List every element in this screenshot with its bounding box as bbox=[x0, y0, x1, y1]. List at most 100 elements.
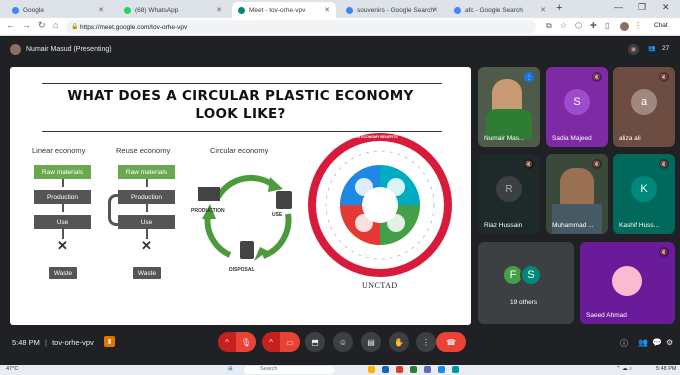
windows-start-icon[interactable]: ⊞ bbox=[228, 366, 233, 372]
participant-tile-saeed[interactable]: 🔇 Saeed Ahmad bbox=[580, 242, 675, 324]
reuse-arrow-2 bbox=[146, 204, 148, 212]
camera-off-icon: ▭ bbox=[286, 337, 294, 347]
sidebar-icon[interactable]: ▯ bbox=[605, 21, 609, 30]
minimize-icon[interactable]: — bbox=[614, 2, 623, 12]
avatar: K bbox=[631, 176, 657, 202]
participant-tile-aliza[interactable]: a 🔇 aliza ali bbox=[613, 67, 675, 147]
mic-off-icon: 🔇 bbox=[659, 159, 669, 169]
raise-hand-button[interactable]: ✋ bbox=[389, 332, 409, 352]
meet-window: Numair Masud (Presenting) ◉ 👥 27 WHAT DO… bbox=[0, 36, 680, 365]
participant-shirt bbox=[552, 204, 602, 234]
present-button[interactable]: ⬒ bbox=[305, 332, 325, 352]
tab-google[interactable]: Google ✕ bbox=[6, 2, 110, 18]
close-icon[interactable]: ✕ bbox=[540, 6, 546, 14]
slide-title-line1: WHAT DOES A CIRCULAR PLASTIC ECONOMY bbox=[67, 88, 414, 104]
captions-button[interactable]: ▤ bbox=[361, 332, 381, 352]
chrome-icon[interactable] bbox=[396, 366, 403, 373]
home-icon[interactable]: ⌂ bbox=[53, 20, 58, 30]
tray-icons[interactable]: ⌃ ☁ ♪ bbox=[616, 366, 632, 372]
close-window-icon[interactable]: ✕ bbox=[662, 2, 670, 13]
cycle-use-label: USE bbox=[272, 212, 283, 218]
url-input[interactable]: 🔒 https://meet.google.com/tov-orhe-vpv bbox=[66, 20, 536, 34]
info-icon[interactable]: ⓘ bbox=[620, 338, 628, 349]
unctad-logo: UNCTAD bbox=[362, 281, 398, 290]
avatar: R bbox=[496, 176, 522, 202]
tab-meet[interactable]: Meet - tov-orhe-vpv ✕ bbox=[232, 2, 336, 18]
participant-tile-muhammad[interactable]: 🔇 Muhammad ... bbox=[546, 154, 608, 234]
reload-icon[interactable]: ↻ bbox=[38, 20, 46, 31]
speaking-indicator-icon: ⋮ bbox=[524, 72, 534, 82]
app-icon[interactable] bbox=[410, 366, 417, 373]
mic-off-icon: 🔇 bbox=[592, 159, 602, 169]
profile-avatar[interactable] bbox=[620, 22, 629, 31]
linear-raw-materials: Raw materials bbox=[34, 165, 91, 179]
cycle-arrowhead-top bbox=[268, 177, 283, 192]
people-icon[interactable]: 👥 bbox=[638, 338, 648, 347]
avatar: S bbox=[520, 264, 542, 286]
close-icon[interactable]: ✕ bbox=[216, 6, 222, 14]
close-icon[interactable]: ✕ bbox=[324, 6, 330, 14]
taskbar-search-input[interactable]: Search bbox=[244, 366, 334, 374]
reuse-production: Production bbox=[118, 190, 175, 204]
bookmark-star-icon[interactable]: ☆ bbox=[560, 21, 567, 30]
participant-tile-riaz[interactable]: R 🔇 Riaz Hussain bbox=[478, 154, 540, 234]
record-icon[interactable]: ◉ bbox=[628, 44, 639, 55]
restore-icon[interactable]: ❐ bbox=[638, 2, 646, 13]
cycle-arrow-top bbox=[215, 174, 275, 199]
participant-name: Riaz Hussain bbox=[484, 222, 523, 229]
others-count: 19 others bbox=[510, 299, 538, 306]
participant-tile-sadia[interactable]: S 🔇 Sadia Majeed bbox=[546, 67, 608, 147]
back-icon[interactable]: ← bbox=[6, 20, 15, 30]
menu-icon[interactable]: ⋮ bbox=[634, 21, 642, 30]
mic-options-button[interactable]: ^ bbox=[218, 332, 236, 352]
linear-use: Use bbox=[34, 215, 91, 229]
app-icon[interactable] bbox=[452, 366, 459, 373]
edge-icon[interactable] bbox=[382, 366, 389, 373]
camera-options-button[interactable]: ^ bbox=[262, 332, 280, 352]
shopping-bag-icon bbox=[276, 191, 292, 209]
address-bar: ← → ↻ ⌂ 🔒 https://meet.google.com/tov-or… bbox=[0, 18, 680, 36]
os-taskbar: 47°C ⊞ Search ⌃ ☁ ♪ 5:48 PM bbox=[0, 365, 680, 375]
more-options-button[interactable]: ⋮ bbox=[416, 332, 436, 352]
file-explorer-icon[interactable] bbox=[368, 366, 375, 373]
weather-widget[interactable]: 47°C bbox=[6, 366, 18, 372]
new-tab-button[interactable]: + bbox=[556, 2, 562, 14]
slide-title-line2: LOOK LIKE? bbox=[195, 106, 286, 122]
camera-toggle-button[interactable]: ▭ bbox=[280, 332, 300, 352]
participant-tile-numair[interactable]: ⋮ Numair Mas... bbox=[478, 67, 540, 147]
tab-souvenirs[interactable]: souvenirs - Google Search ✕ bbox=[340, 2, 444, 18]
trash-bin-icon bbox=[240, 241, 254, 259]
cycle-arrow-left bbox=[204, 213, 232, 258]
app-icon[interactable] bbox=[438, 366, 445, 373]
presenting-badge-icon[interactable]: ▮ bbox=[104, 336, 115, 347]
leave-call-button[interactable]: ☎ bbox=[436, 332, 466, 352]
extensions-puzzle-icon[interactable]: ✚ bbox=[590, 21, 597, 30]
chat-icon[interactable]: 💬 bbox=[652, 338, 662, 347]
avatar bbox=[612, 266, 642, 296]
extension-icon[interactable]: ⬡ bbox=[575, 21, 582, 30]
linear-x-icon: ✕ bbox=[57, 238, 68, 253]
emoji-button[interactable]: ☺ bbox=[333, 332, 353, 352]
participant-video bbox=[560, 168, 594, 208]
people-icon[interactable]: 👥 bbox=[648, 45, 655, 52]
others-tile[interactable]: F S 19 others bbox=[478, 242, 574, 324]
mic-off-icon: 🎙 bbox=[240, 337, 252, 347]
app-icon[interactable] bbox=[424, 366, 431, 373]
forward-icon[interactable]: → bbox=[22, 20, 31, 30]
hand-icon: ✋ bbox=[394, 337, 404, 347]
activities-icon[interactable]: ⚙ bbox=[666, 338, 673, 347]
close-icon[interactable]: ✕ bbox=[98, 6, 104, 14]
participant-tile-kashif[interactable]: K 🔇 Kashif Huss... bbox=[613, 154, 675, 234]
tab-whatsapp[interactable]: (68) WhatsApp ✕ bbox=[118, 2, 228, 18]
mic-toggle-button[interactable]: 🎙 bbox=[236, 332, 256, 352]
meeting-time: 5:48 PM | tov-orhe-vpv bbox=[12, 338, 94, 347]
google-icon bbox=[346, 6, 353, 14]
wheel-icon-2 bbox=[387, 178, 405, 196]
chat-button[interactable]: Chat bbox=[654, 22, 668, 29]
tab-label: souvenirs - Google Search bbox=[357, 6, 434, 14]
close-icon[interactable]: ✕ bbox=[432, 6, 438, 14]
meeting-code: tov-orhe-vpv bbox=[52, 338, 94, 347]
tab-label: Google bbox=[23, 6, 44, 14]
cast-icon[interactable]: ⧉ bbox=[546, 21, 552, 31]
tab-afc[interactable]: afc - Google Search ✕ bbox=[448, 2, 552, 18]
